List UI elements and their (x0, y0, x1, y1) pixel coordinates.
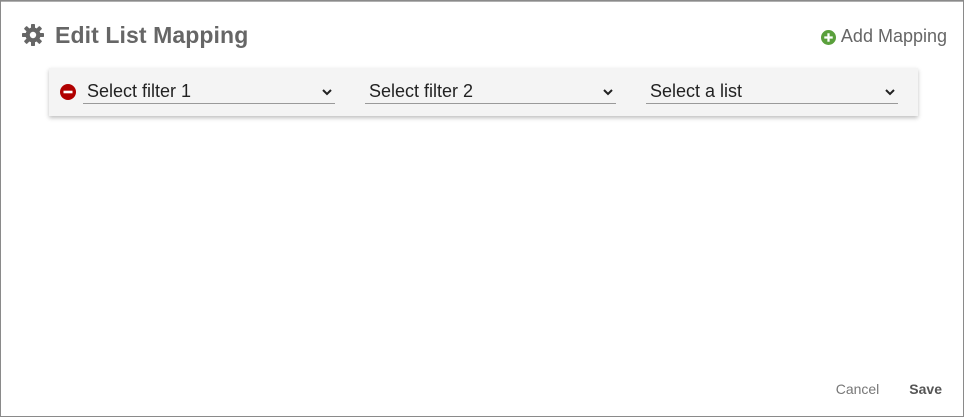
edit-list-mapping-dialog: Edit List Mapping Add Mapping Select fil… (0, 0, 964, 417)
chevron-down-icon (884, 85, 896, 97)
mapping-row: Select filter 1 Select filter 2 Select a… (49, 68, 918, 116)
filter-2-value: Select filter 2 (369, 80, 474, 101)
dialog-footer: Cancel Save (836, 381, 942, 397)
add-mapping-button[interactable]: Add Mapping (820, 26, 947, 47)
plus-circle-icon (820, 29, 836, 45)
filter-2-select[interactable]: Select filter 2 (365, 79, 616, 104)
add-mapping-label: Add Mapping (840, 26, 947, 46)
chevron-down-icon (602, 85, 614, 97)
cancel-button[interactable]: Cancel (836, 381, 880, 397)
chevron-down-icon (321, 85, 333, 97)
list-select[interactable]: Select a list (646, 79, 898, 104)
filter-1-select[interactable]: Select filter 1 (83, 79, 335, 104)
list-value: Select a list (650, 80, 743, 101)
filter-1-value: Select filter 1 (87, 80, 192, 101)
gear-icon (21, 23, 45, 47)
dialog-title: Edit List Mapping (55, 21, 249, 48)
dialog-header: Edit List Mapping (21, 21, 248, 49)
minus-circle-icon[interactable] (60, 84, 76, 100)
save-button[interactable]: Save (909, 381, 942, 397)
